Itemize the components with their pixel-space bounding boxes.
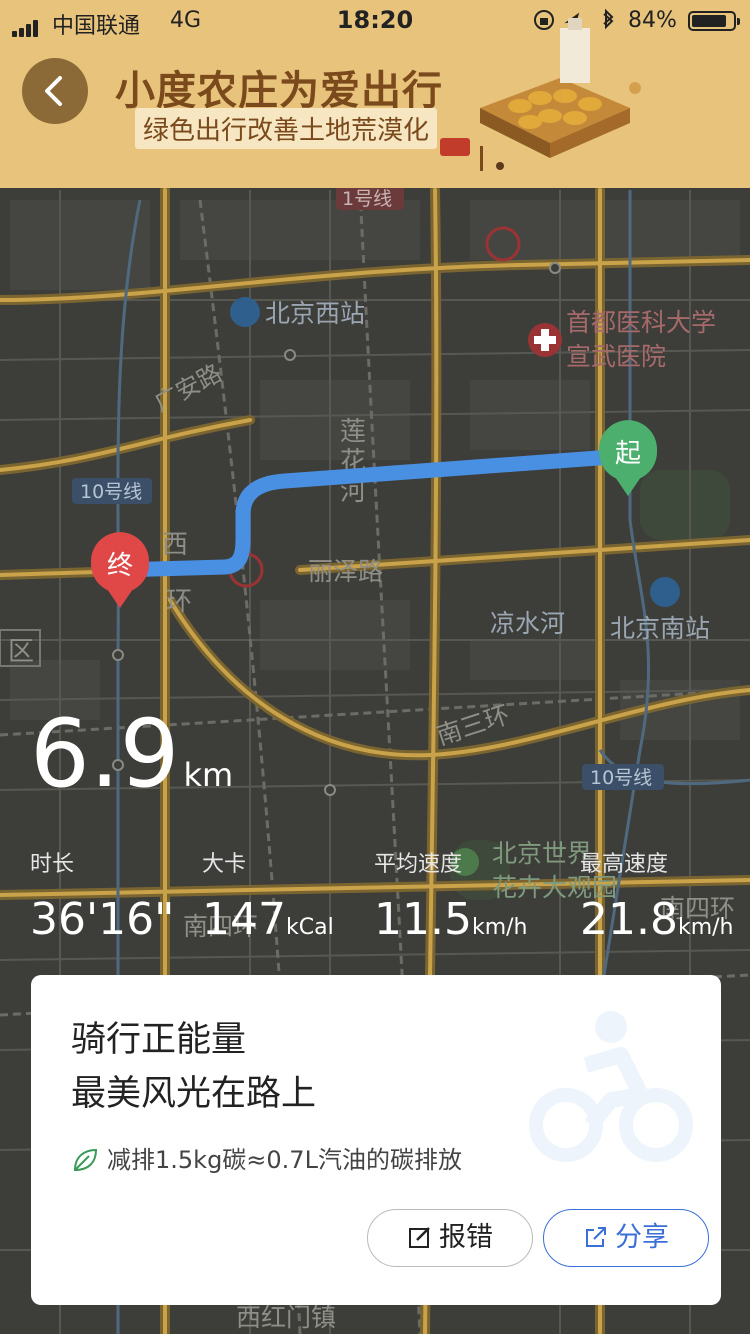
map-label-road: 环 bbox=[166, 587, 192, 617]
back-button[interactable] bbox=[22, 58, 88, 124]
stat-calories: 大卡 147kCal bbox=[202, 846, 334, 945]
share-button[interactable]: 分享 bbox=[543, 1209, 709, 1267]
stat-unit: km/h bbox=[471, 915, 528, 940]
stat-label: 大卡 bbox=[202, 852, 247, 877]
distance-value: 6.9 bbox=[30, 700, 180, 809]
map-label-district: 区 bbox=[8, 637, 34, 667]
share-icon bbox=[586, 1227, 606, 1247]
map-label-line10: 10号线 bbox=[80, 481, 142, 503]
distance-unit: km bbox=[183, 756, 234, 794]
card-headline-line1: 骑行正能量 bbox=[71, 1020, 247, 1060]
stat-label: 时长 bbox=[30, 852, 75, 877]
carbon-saving-text: 减排1.5kg碳≈0.7L汽油的碳排放 bbox=[107, 1146, 462, 1174]
stat-avg-speed: 平均速度 11.5km/h bbox=[374, 846, 528, 945]
map-label-river: 莲 bbox=[340, 417, 366, 447]
card-headline: 骑行正能量 最美风光在路上 bbox=[71, 1013, 316, 1121]
trip-summary-card: 骑行正能量 最美风光在路上 减排1.5kg碳≈0.7L汽油的碳排放 报错 分享 bbox=[31, 975, 721, 1305]
map-label-road: 西 bbox=[162, 530, 188, 560]
report-error-label: 报错 bbox=[439, 1222, 493, 1253]
stat-duration: 时长 36'16" bbox=[30, 846, 174, 945]
map-label-river: 凉水河 bbox=[490, 609, 565, 638]
stat-max-speed: 最高速度 21.8km/h bbox=[580, 846, 734, 945]
map-label-town: 西红门镇 bbox=[236, 1303, 336, 1332]
edit-icon bbox=[409, 1227, 430, 1248]
farm-illustration bbox=[440, 18, 641, 171]
battery-icon bbox=[688, 11, 740, 31]
stat-label: 平均速度 bbox=[374, 852, 463, 877]
stat-value: 147 bbox=[202, 894, 286, 945]
promo-banner[interactable]: 中国联通 4G 18:20 84% 小度农庄为爱出行 绿色出行改善土地荒漠化 bbox=[0, 0, 750, 188]
leaf-icon bbox=[73, 1148, 98, 1172]
stat-value: 11.5 bbox=[374, 894, 472, 945]
banner-subtitle: 绿色出行改善土地荒漠化 bbox=[135, 108, 438, 149]
map-label-line1: 1号线 bbox=[342, 188, 392, 210]
card-headline-line2: 最美风光在路上 bbox=[71, 1074, 317, 1114]
share-label: 分享 bbox=[615, 1222, 669, 1253]
stat-unit: km/h bbox=[677, 915, 734, 940]
map-label-hospital: 宣武医院 bbox=[566, 342, 666, 371]
stat-unit: kCal bbox=[285, 915, 334, 940]
report-error-button[interactable]: 报错 bbox=[367, 1209, 533, 1267]
map-label-station: 北京南站 bbox=[610, 614, 710, 643]
stat-label: 最高速度 bbox=[580, 852, 669, 877]
chevron-left-icon bbox=[45, 76, 62, 106]
carbon-saving: 减排1.5kg碳≈0.7L汽油的碳排放 bbox=[71, 1140, 462, 1175]
map-label-station: 北京西站 bbox=[265, 299, 365, 328]
map-label-road: 丽泽路 bbox=[308, 557, 383, 586]
map-label-hospital: 首都医科大学 bbox=[566, 308, 716, 337]
stat-value: 36'16" bbox=[30, 894, 175, 945]
map-label-line10: 10号线 bbox=[590, 767, 652, 789]
bicycle-icon bbox=[529, 1011, 693, 1162]
trip-distance: 6.9 km bbox=[30, 705, 233, 805]
stat-value: 21.8 bbox=[580, 894, 678, 945]
start-marker-label: 起 bbox=[615, 439, 641, 469]
end-marker-label: 终 bbox=[107, 551, 133, 581]
